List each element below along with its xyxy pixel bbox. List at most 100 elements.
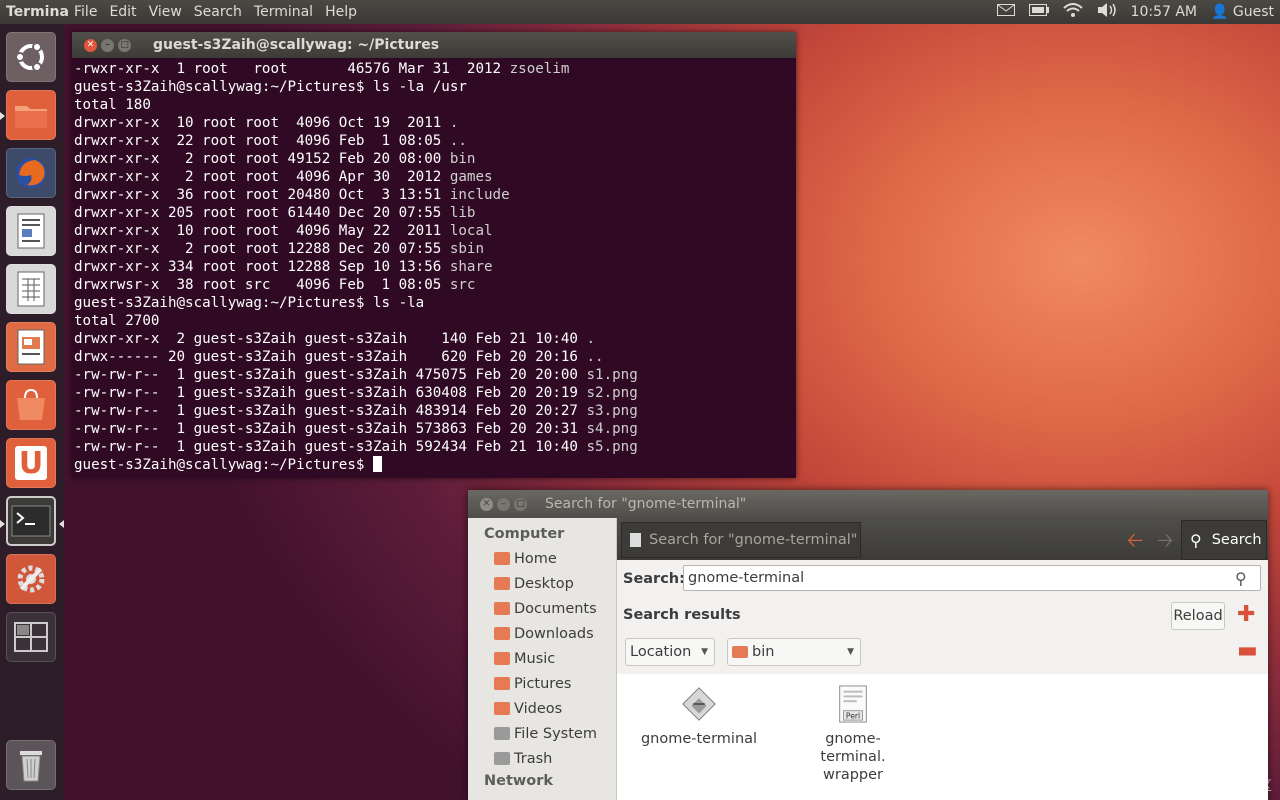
- minimize-icon[interactable]: –: [101, 38, 114, 52]
- menu-file[interactable]: File: [68, 4, 103, 20]
- forward-arrow-icon[interactable]: 🡢: [1157, 526, 1173, 560]
- volume-icon[interactable]: [1097, 3, 1117, 21]
- terminal-line: drwxr-xr-x 10 root root 4096 May 22 2011…: [74, 222, 796, 240]
- executable-icon: [682, 687, 716, 721]
- terminal-line-text: drwxr-xr-x 22 root root 4096 Feb 1 08:05: [74, 133, 450, 149]
- search-input[interactable]: [683, 565, 1261, 591]
- search-results-header: Search results Reload ✚: [617, 598, 1268, 634]
- terminal-line: drwx------ 20 guest-s3Zaih guest-s3Zaih …: [74, 348, 796, 366]
- sidebar-item-videos[interactable]: Videos: [468, 696, 616, 721]
- search-filter-row: Location ▼ bin ▼ ▬: [617, 634, 1268, 675]
- writer-launcher[interactable]: [6, 206, 56, 256]
- menu-terminal[interactable]: Terminal: [248, 4, 319, 20]
- places-sidebar: Computer Home Desktop Documents Downloads Mu…: [468, 518, 617, 800]
- sidebar-item-music[interactable]: Music: [468, 646, 616, 671]
- search-window-titlebar[interactable]: ✕ – □ Search for "gnome-terminal": [468, 490, 1268, 518]
- sidebar-item-file-system[interactable]: File System: [468, 721, 616, 746]
- result-item-gnome-terminal[interactable]: gnome-terminal: [639, 684, 759, 748]
- location-criterion-select[interactable]: Location ▼: [625, 638, 715, 666]
- close-icon[interactable]: ✕: [84, 38, 97, 52]
- battery-icon[interactable]: [1028, 4, 1049, 20]
- terminal-launcher[interactable]: [6, 496, 56, 546]
- documents-icon: [494, 602, 510, 615]
- maximize-icon[interactable]: □: [118, 38, 131, 52]
- terminal-filename: ..: [586, 349, 604, 365]
- close-icon[interactable]: ✕: [480, 497, 493, 511]
- top-panel: Terminal File Edit View Search Terminal …: [0, 0, 1280, 24]
- menu-help[interactable]: Help: [319, 4, 363, 20]
- user-menu[interactable]: 👤 Guest: [1211, 4, 1274, 20]
- firefox-icon: [16, 158, 46, 188]
- running-indicator: [0, 520, 5, 528]
- clock[interactable]: 10:57 AM: [1131, 4, 1197, 20]
- menu-edit[interactable]: Edit: [103, 4, 142, 20]
- search-toggle-button[interactable]: ⚲ Search: [1181, 520, 1267, 560]
- menu-view[interactable]: View: [143, 4, 188, 20]
- search-icon: ⚲: [1190, 530, 1202, 550]
- terminal-window[interactable]: ✕ – □ guest-s3Zaih@scallywag: ~/Pictures…: [72, 32, 796, 478]
- sidebar-item-home[interactable]: Home: [468, 546, 616, 571]
- desktop-icon: [494, 577, 510, 590]
- terminal-prompt-line[interactable]: guest-s3Zaih@scallywag:~/Pictures$: [74, 456, 796, 474]
- system-settings-launcher[interactable]: [6, 554, 56, 604]
- terminal-filename: bin: [449, 151, 476, 167]
- home-folder-launcher[interactable]: [6, 90, 56, 140]
- sidebar-item-trash[interactable]: Trash: [468, 746, 616, 771]
- search-results-label: Search results: [623, 607, 741, 623]
- firefox-launcher[interactable]: [6, 148, 56, 198]
- search-icon[interactable]: ⚲: [1235, 569, 1247, 588]
- folder-criterion-select[interactable]: bin ▼: [727, 638, 861, 666]
- add-criterion-icon[interactable]: ✚: [1237, 602, 1255, 627]
- app-title: Terminal: [6, 4, 68, 20]
- search-window-title: Search for "gnome-terminal": [545, 496, 747, 512]
- terminal-filename: src: [449, 277, 476, 293]
- folder-icon: [15, 106, 47, 128]
- terminal-line: guest-s3Zaih@scallywag:~/Pictures$ ls -l…: [74, 294, 796, 312]
- remove-criterion-icon[interactable]: ▬: [1237, 638, 1258, 663]
- ubuntu-one-launcher[interactable]: U: [6, 438, 56, 488]
- terminal-filename: .: [586, 331, 596, 347]
- impress-launcher[interactable]: [6, 322, 56, 372]
- sidebar-item-label: Desktop: [514, 575, 574, 592]
- result-item-gnome-terminal-wrapper[interactable]: Perl gnome-terminal. wrapper: [793, 684, 913, 784]
- terminal-line-text: drwxr-xr-x 2 root root 4096 Apr 30 2012: [74, 169, 450, 185]
- maximize-icon[interactable]: □: [514, 497, 527, 511]
- software-center-launcher[interactable]: [6, 380, 56, 430]
- terminal-line: drwxr-xr-x 2 guest-s3Zaih guest-s3Zaih 1…: [74, 330, 796, 348]
- search-label: Search:: [623, 571, 685, 587]
- terminal-icon: [11, 505, 51, 537]
- terminal-line-text: drwx------ 20 guest-s3Zaih guest-s3Zaih …: [74, 349, 587, 365]
- workspace-switcher-launcher[interactable]: [6, 612, 56, 662]
- trash-launcher[interactable]: [6, 740, 56, 790]
- presentation-icon: [17, 329, 45, 365]
- wrench-gear-icon: [17, 565, 45, 593]
- terminal-filename: ..: [449, 133, 467, 149]
- reload-button[interactable]: Reload: [1171, 602, 1225, 630]
- terminal-line: -rw-rw-r-- 1 guest-s3Zaih guest-s3Zaih 5…: [74, 438, 796, 456]
- wifi-icon[interactable]: [1062, 3, 1083, 21]
- watermark: @稀土掘金技术社区: [1154, 779, 1272, 794]
- sidebar-item-desktop[interactable]: Desktop: [468, 571, 616, 596]
- terminal-line: drwxr-xr-x 2 root root 4096 Apr 30 2012 …: [74, 168, 796, 186]
- back-arrow-icon[interactable]: 🡠: [1127, 526, 1143, 560]
- terminal-line-text: drwxr-xr-x 334 root root 12288 Sep 10 13…: [74, 259, 450, 275]
- calc-launcher[interactable]: [6, 264, 56, 314]
- terminal-line: -rw-rw-r-- 1 guest-s3Zaih guest-s3Zaih 4…: [74, 402, 796, 420]
- menu-search[interactable]: Search: [188, 4, 248, 20]
- result-name: gnome-terminal. wrapper: [820, 731, 886, 783]
- sidebar-item-documents[interactable]: Documents: [468, 596, 616, 621]
- terminal-output[interactable]: -rwxr-xr-x 1 root root 46576 Mar 31 2012…: [72, 58, 796, 474]
- mail-icon[interactable]: [996, 4, 1015, 20]
- minimize-icon[interactable]: –: [497, 497, 510, 511]
- sidebar-item-downloads[interactable]: Downloads: [468, 621, 616, 646]
- ubuntu-dash-button[interactable]: [6, 32, 56, 82]
- file-system-icon: [494, 727, 510, 740]
- terminal-filename: include: [449, 187, 510, 203]
- terminal-line: -rw-rw-r-- 1 guest-s3Zaih guest-s3Zaih 5…: [74, 420, 796, 438]
- sidebar-item-pictures[interactable]: Pictures: [468, 671, 616, 696]
- terminal-line: -rwxr-xr-x 1 root root 46576 Mar 31 2012…: [74, 60, 796, 78]
- file-search-window[interactable]: ✕ – □ Search for "gnome-terminal" Comput…: [468, 490, 1268, 800]
- location-tab[interactable]: Search for "gnome-terminal": [621, 522, 861, 558]
- terminal-titlebar[interactable]: ✕ – □ guest-s3Zaih@scallywag: ~/Pictures: [72, 32, 796, 58]
- terminal-line-text: drwxr-xr-x 2 root root 49152 Feb 20 08:0…: [74, 151, 450, 167]
